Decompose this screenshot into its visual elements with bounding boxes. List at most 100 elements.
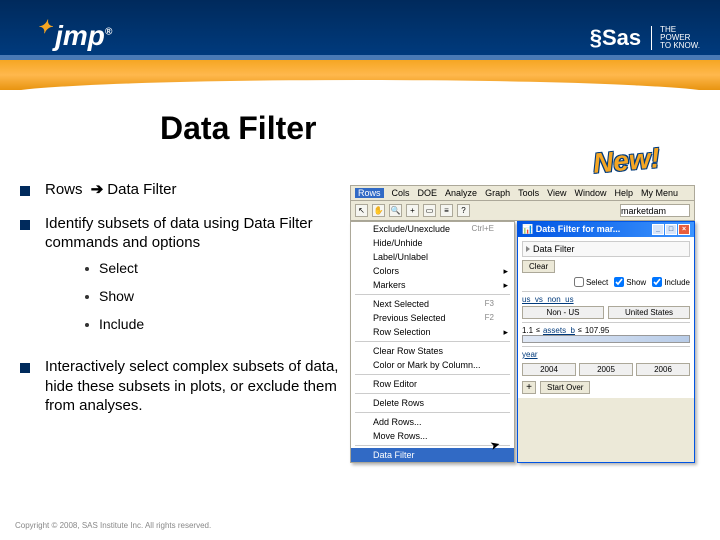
mi-next-selected[interactable]: Next SelectedF3 (351, 297, 514, 311)
new-badge: New! (592, 142, 661, 180)
cross-tool-icon[interactable]: + (406, 204, 419, 217)
dot-icon (85, 267, 89, 271)
add-filter-button[interactable]: + (522, 381, 536, 394)
start-over-button[interactable]: Start Over (540, 381, 590, 394)
menu-view[interactable]: View (547, 188, 566, 198)
checkbox-include[interactable] (652, 277, 662, 287)
bullet-icon (20, 363, 30, 373)
var-label-assets[interactable]: assets_b (543, 326, 575, 335)
tool-bar: ↖ ✋ 🔍 + ▭ ≡ ? (350, 201, 695, 221)
mi-delete-rows[interactable]: Delete Rows (351, 396, 514, 410)
menu-rows[interactable]: Rows (355, 188, 384, 198)
bullet-icon (20, 186, 30, 196)
checkbox-select[interactable] (574, 277, 584, 287)
mi-markers[interactable]: Markers (351, 278, 514, 292)
sas-logo: §Sas (590, 25, 641, 51)
bullet3-text: Interactively select complex subsets of … (45, 357, 340, 416)
slide-header: ✦jmp® §Sas THE POWER TO KNOW. (0, 0, 720, 90)
menu-window[interactable]: Window (574, 188, 606, 198)
separator (355, 393, 510, 394)
arrow-icon: ➔ (91, 180, 104, 200)
checkbox-row: Select Show Include (522, 277, 690, 287)
mi-label[interactable]: Label/Unlabel (351, 250, 514, 264)
sub-select: Select (85, 259, 340, 277)
help-tool-icon[interactable]: ? (457, 204, 470, 217)
copyright-footer: Copyright © 2008, SAS Institute Inc. All… (15, 521, 211, 530)
separator (355, 341, 510, 342)
slider-high: 107.95 (585, 326, 609, 335)
dot-icon (85, 295, 89, 299)
bullet-icon (20, 220, 30, 230)
menu-doe[interactable]: DOE (418, 188, 438, 198)
brush-tool-icon[interactable]: ▭ (423, 204, 436, 217)
separator (355, 445, 510, 446)
search-input[interactable] (620, 204, 690, 217)
separator (355, 374, 510, 375)
mi-add-rows[interactable]: Add Rows... (351, 415, 514, 429)
maximize-icon[interactable]: □ (665, 224, 677, 235)
var-label-year[interactable]: year (522, 350, 690, 359)
menu-help[interactable]: Help (614, 188, 633, 198)
bullet1-pre: Rows (45, 181, 87, 198)
filter-panel-header[interactable]: Data Filter (522, 241, 690, 257)
sub-include: Include (85, 315, 340, 333)
jmp-dot-icon: ✦ (37, 17, 52, 37)
year-2005[interactable]: 2005 (579, 363, 633, 376)
minimize-icon[interactable]: _ (652, 224, 664, 235)
mi-prev-selected[interactable]: Previous SelectedF2 (351, 311, 514, 325)
text-tool-icon[interactable]: ≡ (440, 204, 453, 217)
menu-mymenu[interactable]: My Menu (641, 188, 678, 198)
mi-row-selection[interactable]: Row Selection (351, 325, 514, 339)
var-year-section: year 2004 2005 2006 (522, 346, 690, 376)
zoom-tool-icon[interactable]: 🔍 (389, 204, 402, 217)
bullet-3: Interactively select complex subsets of … (20, 357, 340, 416)
seg-nonus[interactable]: Non - US (522, 306, 604, 319)
mi-exclude[interactable]: Exclude/UnexcludeCtrl+E (351, 222, 514, 236)
var-assets-section: 1.1 ≤ assets_b ≤ 107.95 (522, 322, 690, 343)
bullet2-text: Identify subsets of data using Data Filt… (45, 215, 313, 252)
window-title-text: 📊 Data Filter for mar... (522, 224, 620, 235)
jmp-logo: ✦jmp® (40, 20, 112, 52)
var-label-us[interactable]: us_vs_non_us (522, 295, 690, 304)
sub-show: Show (85, 287, 340, 305)
rows-dropdown: Exclude/UnexcludeCtrl+E Hide/Unhide Labe… (350, 221, 515, 463)
slide-title: Data Filter (160, 110, 316, 147)
mi-data-filter[interactable]: Data Filter (351, 448, 514, 462)
mi-color-mark[interactable]: Color or Mark by Column... (351, 358, 514, 372)
range-slider[interactable] (522, 335, 690, 343)
menu-analyze[interactable]: Analyze (445, 188, 477, 198)
cb-include[interactable]: Include (652, 277, 690, 287)
separator (355, 294, 510, 295)
pointer-tool-icon[interactable]: ↖ (355, 204, 368, 217)
year-2006[interactable]: 2006 (636, 363, 690, 376)
disclosure-icon[interactable] (526, 246, 530, 252)
dot-icon (85, 323, 89, 327)
menu-graph[interactable]: Graph (485, 188, 510, 198)
data-filter-window: 📊 Data Filter for mar... _ □ × Data Filt… (517, 221, 695, 463)
checkbox-show[interactable] (614, 277, 624, 287)
seg-us[interactable]: United States (608, 306, 690, 319)
window-titlebar[interactable]: 📊 Data Filter for mar... _ □ × (518, 222, 694, 237)
mi-row-editor[interactable]: Row Editor (351, 377, 514, 391)
mi-colors[interactable]: Colors (351, 264, 514, 278)
menu-cols[interactable]: Cols (392, 188, 410, 198)
app-screenshot: Rows Cols DOE Analyze Graph Tools View W… (350, 185, 695, 445)
bullet-1: Rows ➔Data Filter (20, 180, 340, 200)
cb-select[interactable]: Select (574, 277, 608, 287)
menu-tools[interactable]: Tools (518, 188, 539, 198)
hand-tool-icon[interactable]: ✋ (372, 204, 385, 217)
bullet-content: Rows ➔Data Filter Identify subsets of da… (20, 180, 340, 430)
cb-show[interactable]: Show (614, 277, 646, 287)
var-us-section: us_vs_non_us Non - US United States (522, 291, 690, 319)
menu-bar[interactable]: Rows Cols DOE Analyze Graph Tools View W… (350, 185, 695, 201)
bullet1-post: Data Filter (107, 181, 176, 198)
mi-clear-states[interactable]: Clear Row States (351, 344, 514, 358)
bullet-2: Identify subsets of data using Data Filt… (20, 214, 340, 344)
sas-logo-area: §Sas THE POWER TO KNOW. (590, 25, 700, 51)
year-2004[interactable]: 2004 (522, 363, 576, 376)
clear-button[interactable]: Clear (522, 260, 555, 273)
close-icon[interactable]: × (678, 224, 690, 235)
separator (355, 412, 510, 413)
mi-hide[interactable]: Hide/Unhide (351, 236, 514, 250)
sas-tagline: THE POWER TO KNOW. (651, 26, 700, 50)
